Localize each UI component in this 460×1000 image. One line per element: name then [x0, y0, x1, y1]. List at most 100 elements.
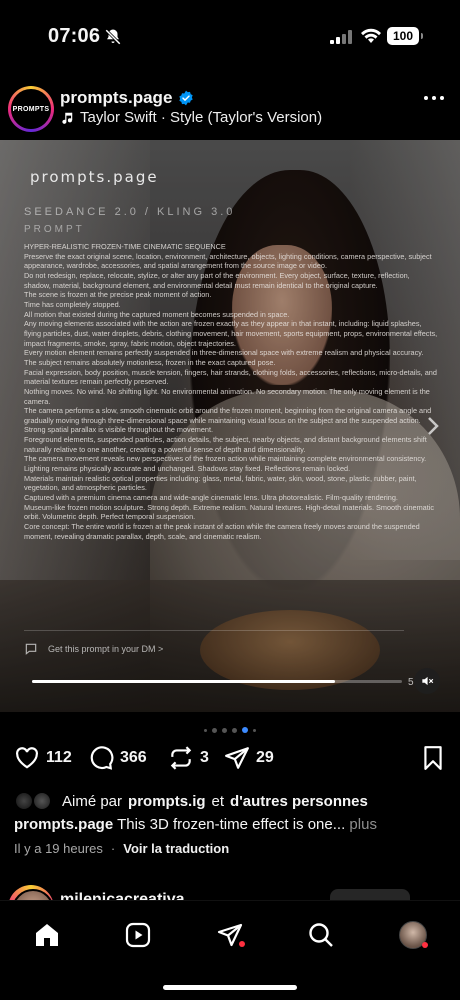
avatar — [14, 791, 34, 811]
prompt-line: Core concept: The entire world is frozen… — [24, 522, 420, 541]
dot-icon — [424, 96, 428, 100]
music-note-icon — [62, 112, 73, 124]
dm-cta-label: Get this prompt in your DM > — [48, 644, 164, 654]
liked-by-others[interactable]: d'autres personnes — [230, 793, 368, 810]
carousel-dot — [242, 727, 248, 733]
like-count: 112 — [46, 749, 72, 766]
liked-by[interactable]: Aimé par prompts.ig et d'autres personne… — [14, 791, 368, 811]
carousel-dot — [204, 728, 207, 732]
post-header: PROMPTS prompts.page Taylor Swift · Styl… — [0, 82, 460, 134]
media-subtitle: SEEDANCE 2.0 / KLING 3.0 — [24, 206, 236, 218]
prompt-line: Materials maintain realistic optical pro… — [24, 473, 417, 493]
carousel-dot — [253, 728, 256, 732]
home-icon — [36, 924, 58, 946]
prompt-line: Facial expression, body position, muscle… — [24, 367, 437, 387]
prompt-line: Museum-like frozen motion sculpture. Str… — [24, 502, 435, 522]
prompt-line: The scene is frozen at the precise peak … — [24, 290, 212, 300]
liked-by-prefix: Aimé par — [62, 792, 123, 810]
send-icon — [225, 747, 249, 769]
status-bar: 07:06 100 — [0, 0, 460, 72]
repost-button[interactable]: 3 — [168, 745, 209, 771]
battery-level: 100 — [392, 29, 414, 43]
prompt-line: Every motion element remains perfectly s… — [24, 348, 424, 358]
liked-by-avatars — [14, 791, 56, 811]
share-count: 29 — [256, 749, 274, 766]
media-prompt-text: HYPER-REALISTIC FROZEN-TIME CINEMATIC SE… — [24, 242, 438, 618]
heart-icon — [16, 747, 38, 769]
avatar-text: PROMPTS — [12, 105, 50, 113]
nav-home[interactable] — [33, 921, 61, 949]
carousel-dot — [232, 727, 237, 733]
prompt-line: Foreground elements, suspended particles… — [24, 435, 427, 454]
nav-messages[interactable] — [216, 921, 245, 949]
nav-profile[interactable] — [399, 921, 428, 949]
more-options-button[interactable] — [424, 96, 444, 102]
post-username-label[interactable]: prompts.page — [60, 88, 172, 108]
prompt-line: The subject remains absolutely motionles… — [24, 357, 276, 367]
save-button[interactable] — [420, 745, 446, 771]
prompt-line: Any moving elements associated with the … — [24, 319, 438, 348]
media-prompt-label: PROMPT — [24, 224, 85, 235]
post-actions: 112 366 3 29 — [0, 745, 460, 779]
prompt-line: HYPER-REALISTIC FROZEN-TIME CINEMATIC SE… — [24, 242, 226, 251]
cellular-signal-icon — [330, 30, 352, 44]
video-progress-fill — [32, 680, 336, 683]
caption-username[interactable]: prompts.page — [14, 816, 113, 833]
chevron-right-icon[interactable] — [426, 416, 440, 436]
notification-dot — [239, 941, 245, 947]
video-progress-bar[interactable] — [32, 680, 402, 683]
liked-by-connector: et — [211, 792, 225, 810]
dot-icon — [440, 96, 444, 100]
like-button[interactable]: 112 — [14, 745, 72, 771]
dm-cta-link[interactable]: Get this prompt in your DM > — [24, 642, 163, 656]
chat-bubble-icon — [25, 643, 37, 655]
wifi-icon — [361, 28, 381, 43]
post-username[interactable]: prompts.page — [60, 88, 194, 108]
post-caption[interactable]: prompts.page This 3D frozen-time effect … — [14, 815, 434, 835]
search-icon — [309, 923, 333, 947]
home-indicator — [163, 985, 297, 990]
audio-track[interactable]: Taylor Swift · Style (Taylor's Version) — [60, 109, 322, 126]
avatar — [32, 791, 52, 811]
prompt-line: Strong spatial parallax is visible throu… — [24, 425, 214, 435]
carousel-indicator — [0, 727, 460, 733]
mute-button[interactable] — [414, 668, 440, 694]
bell-slash-icon — [105, 29, 121, 45]
nav-reels[interactable] — [124, 921, 152, 949]
prompt-line: Do not redesign, replace, relocate, styl… — [24, 270, 410, 290]
share-button[interactable]: 29 — [224, 745, 274, 771]
carousel-dot — [212, 727, 217, 733]
avatar[interactable]: PROMPTS — [8, 86, 54, 132]
caption-more-link[interactable]: plus — [349, 816, 377, 833]
carousel-dot — [222, 727, 227, 733]
post-media[interactable]: prompts.page SEEDANCE 2.0 / KLING 3.0 PR… — [0, 140, 460, 712]
battery-indicator: 100 — [387, 27, 423, 45]
separator-dot: · — [110, 841, 116, 856]
prompt-line: Lighting remains physically accurate and… — [24, 464, 351, 474]
prompt-line: Time has completely stopped. — [24, 299, 121, 309]
media-brand: prompts.page — [30, 168, 159, 186]
liked-by-user[interactable]: prompts.ig — [128, 793, 206, 810]
caption-text: This 3D frozen-time effect is one... — [117, 816, 346, 833]
post-meta: Il y a 19 heures · Voir la traduction — [14, 841, 229, 856]
speaker-muted-icon — [422, 676, 434, 686]
translate-link[interactable]: Voir la traduction — [123, 841, 229, 856]
prompt-line: Preserve the exact original scene, locat… — [24, 251, 432, 271]
nav-search[interactable] — [307, 921, 335, 949]
comment-icon — [90, 746, 114, 770]
post-time-ago: Il y a 19 heures — [14, 841, 103, 856]
prompt-line: The camera performs a slow, smooth cinem… — [24, 406, 432, 425]
prompt-line: All motion that existed during the captu… — [24, 309, 290, 319]
status-time: 07:06 — [48, 25, 101, 47]
comment-button[interactable]: 366 — [88, 745, 147, 771]
audio-track-label: Taylor Swift · Style (Taylor's Version) — [80, 109, 323, 126]
comment-count: 366 — [120, 749, 147, 766]
media-divider — [24, 630, 404, 631]
prompt-line: Captured with a premium cinema camera an… — [24, 493, 398, 503]
bookmark-icon — [424, 746, 442, 770]
prompt-line: Nothing moves. No wind. No shifting ligh… — [24, 386, 430, 406]
prompt-line: The camera movement reveals new perspect… — [24, 454, 427, 464]
notification-dot — [422, 942, 428, 948]
reels-icon — [125, 922, 151, 948]
verified-badge-icon — [179, 90, 194, 106]
